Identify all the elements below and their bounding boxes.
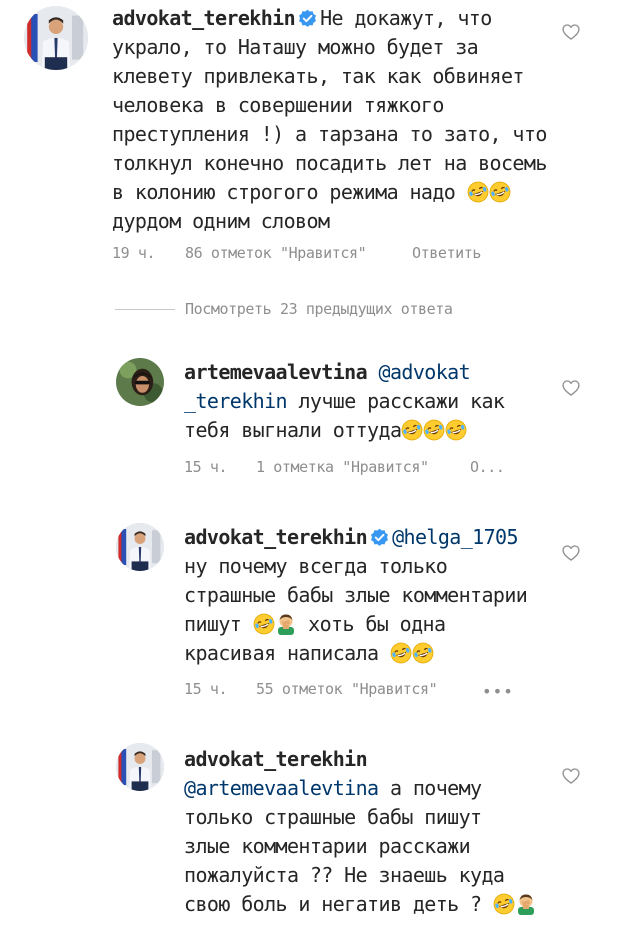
laughing-emoji-icon	[253, 613, 275, 635]
comment-meta: 15 ч. 1 отметка "Нравится" О...	[184, 458, 505, 478]
heart-icon[interactable]	[561, 766, 581, 786]
comment-time: 19 ч.	[112, 244, 156, 262]
comment-time: 15 ч.	[184, 680, 228, 698]
avatar[interactable]	[116, 358, 164, 406]
heart-icon[interactable]	[561, 378, 581, 398]
comment-2: artemevaalevtina @advokat _terekhin лучш…	[0, 350, 620, 490]
avatar[interactable]	[116, 523, 164, 571]
comment-3: advokat_terekhin @helga_1705 ну почему вс…	[0, 515, 620, 705]
verified-badge-icon	[370, 528, 389, 547]
laughing-emoji-icon	[489, 181, 511, 203]
comment-text: artemevaalevtina @advokat _terekhin лучш…	[184, 360, 505, 442]
reply-button[interactable]: О...	[470, 458, 505, 476]
verified-badge-icon	[298, 9, 317, 28]
comment-1: advokat_terekhin Не докажут, что украло, …	[0, 0, 620, 270]
comment-username[interactable]: advokat_terekhin	[184, 525, 368, 549]
facepalm-emoji-icon	[515, 893, 537, 915]
facepalm-emoji-icon	[275, 613, 297, 635]
heart-icon[interactable]	[561, 543, 581, 563]
comment-text: advokat_terekhin @helga_1705 ну почему вс…	[184, 525, 528, 665]
profile-photo-icon	[116, 523, 164, 571]
mention-link[interactable]: @artemevaalevtina	[184, 776, 379, 800]
comment-text: advokat_terekhin Не докажут, что украло, …	[112, 6, 547, 233]
profile-photo-icon	[116, 358, 164, 406]
laughing-emoji-icon	[412, 642, 434, 664]
more-options-button[interactable]: •••	[482, 682, 514, 701]
reply-button[interactable]: Ответить	[412, 244, 481, 262]
comment-username[interactable]: advokat_terekhin	[184, 747, 368, 771]
likes-count[interactable]: 1 отметка "Нравится"	[256, 458, 429, 476]
heart-icon[interactable]	[561, 22, 581, 42]
laughing-emoji-icon	[467, 181, 489, 203]
avatar[interactable]	[24, 6, 88, 70]
laughing-emoji-icon	[390, 642, 412, 664]
divider-line	[115, 309, 175, 310]
mention-link[interactable]: _terekhin	[184, 389, 288, 413]
comment-meta: 15 ч. 55 отметок "Нравится"	[184, 680, 504, 700]
mention-link[interactable]: @helga_1705	[392, 525, 518, 549]
mention-link[interactable]: @advokat	[379, 360, 471, 384]
likes-count[interactable]: 86 отметок "Нравится"	[185, 244, 367, 262]
laughing-emoji-icon	[445, 419, 467, 441]
comment-4: advokat_terekhin @artemevaalevtina а поч…	[0, 735, 620, 925]
comment-username[interactable]: artemevaalevtina	[184, 360, 368, 384]
laughing-emoji-icon	[401, 419, 423, 441]
laughing-emoji-icon	[493, 893, 515, 915]
likes-count[interactable]: 55 отметок "Нравится"	[256, 680, 438, 698]
profile-photo-icon	[24, 6, 88, 70]
comment-meta: 19 ч. 86 отметок "Нравится" Ответить	[112, 244, 592, 264]
laughing-emoji-icon	[423, 419, 445, 441]
comment-username[interactable]: advokat_terekhin	[112, 6, 296, 30]
comment-text: advokat_terekhin @artemevaalevtina а поч…	[184, 745, 564, 919]
profile-photo-icon	[116, 743, 164, 791]
view-previous-replies-button[interactable]: Посмотреть 23 предыдущих ответа	[115, 300, 453, 318]
avatar[interactable]	[116, 743, 164, 791]
comment-time: 15 ч.	[184, 458, 228, 476]
